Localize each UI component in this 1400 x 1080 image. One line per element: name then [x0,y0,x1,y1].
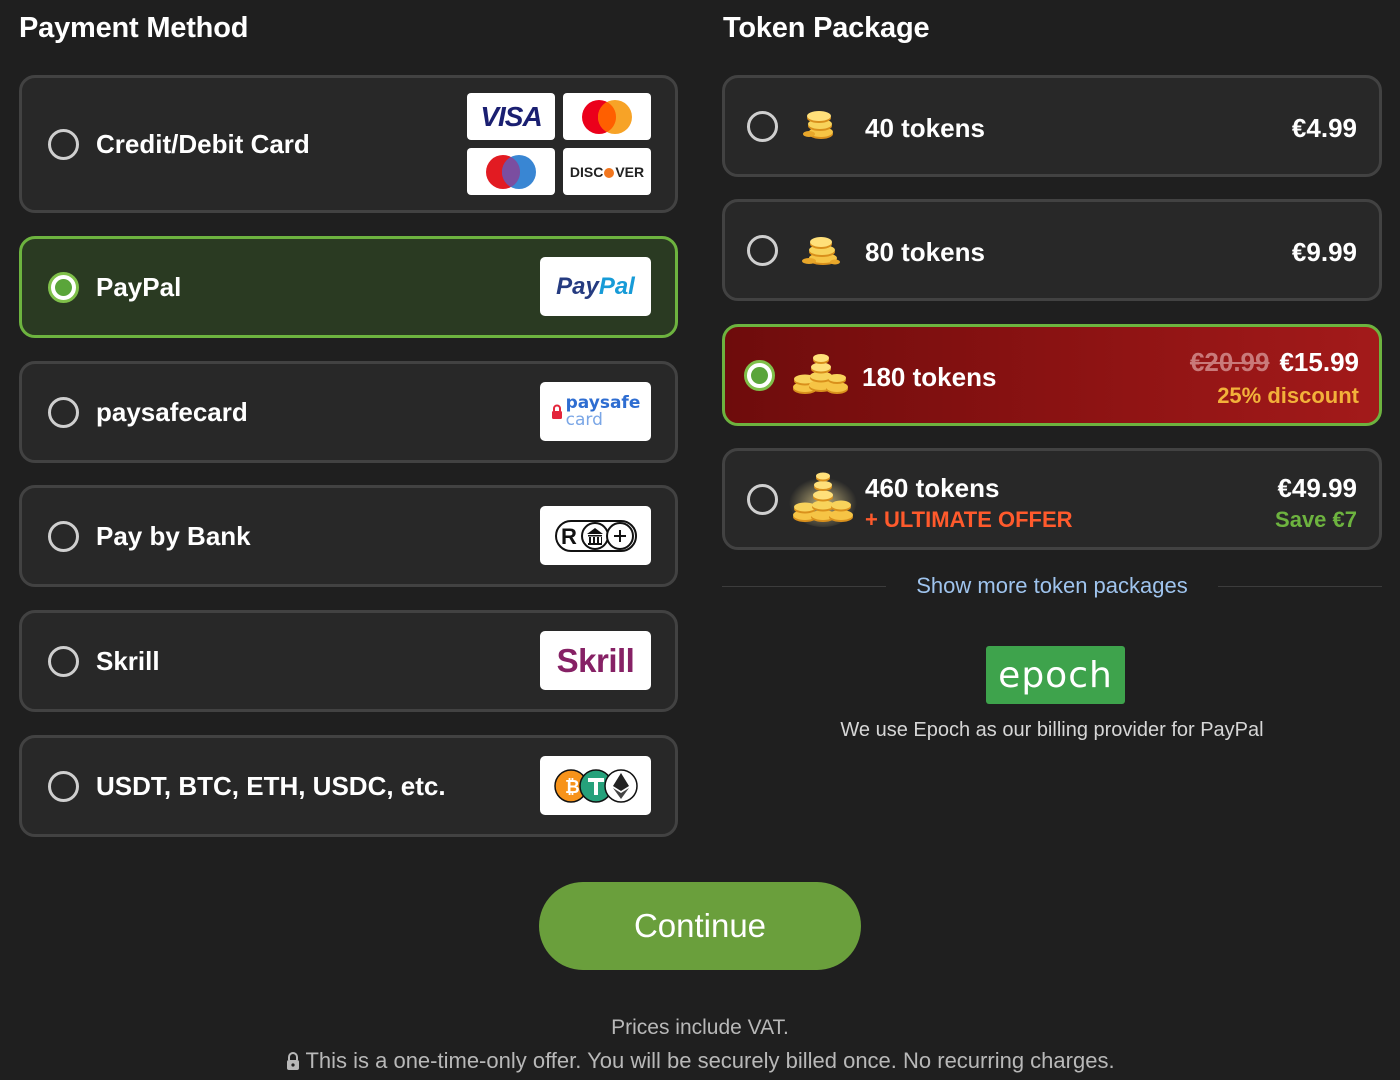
payment-option-skrill[interactable]: Skrill Skrill [19,610,678,712]
token-package-80[interactable]: 80 tokens €9.99 [722,199,1382,301]
token-package-180[interactable]: 180 tokens €20.99 €15.99 25% discount [722,324,1382,426]
paypal-logo: PayPal [540,257,651,316]
payment-option-label: USDT, BTC, ETH, USDC, etc. [96,770,446,801]
payment-option-card[interactable]: Credit/Debit Card VISA DISC VER [19,75,678,213]
token-package-460[interactable]: 460 tokens + ULTIMATE OFFER €49.99 Save … [722,448,1382,550]
token-price: €49.99 [1277,473,1357,503]
token-price: €4.99 [1291,113,1357,143]
crypto-logos: ₿ [540,756,651,815]
svg-text:R: R [561,524,577,549]
token-package-40[interactable]: 40 tokens €4.99 [722,75,1382,177]
discover-logo: DISC VER [563,148,651,195]
token-amount: 180 tokens [862,362,997,392]
show-more-packages-link[interactable]: Show more token packages [722,573,1382,599]
svg-text:₿: ₿ [565,777,580,798]
ultimate-offer-tag: + ULTIMATE OFFER [865,507,1073,532]
one-time-offer-text: This is a one-time-only offer. You will … [305,1048,1115,1073]
skrill-logo: Skrill [540,631,651,690]
radio-button[interactable] [48,129,79,160]
token-amount: 460 tokens [865,473,1000,503]
maestro-logo [467,148,555,195]
radio-button-selected[interactable] [48,272,79,303]
payment-option-label: Skrill [96,645,160,676]
mastercard-logo [563,93,651,140]
payment-option-crypto[interactable]: USDT, BTC, ETH, USDC, etc. ₿ [19,735,678,837]
vat-note: Prices include VAT. [611,1016,789,1039]
payment-option-label: Pay by Bank [96,520,251,551]
radio-button[interactable] [747,111,778,142]
lock-icon [287,1052,300,1070]
coins-icon [789,471,857,532]
payment-option-label: Credit/Debit Card [96,128,310,159]
coins-icon [791,353,849,402]
discounted-price: €15.99 [1279,347,1359,377]
radio-button[interactable] [48,646,79,677]
discount-badge: 25% discount [1217,383,1359,408]
pay-by-bank-logo: R [540,506,651,565]
token-price: €20.99 €15.99 [1190,347,1359,378]
savings-badge: Save €7 [1275,507,1357,532]
token-amount: 80 tokens [865,237,985,267]
coins-icon [801,233,841,272]
show-more-row: Show more token packages [722,572,1382,602]
token-package-title: Token Package [723,12,930,44]
payment-option-label: paysafecard [96,396,248,427]
card-brand-logos: VISA DISC VER [467,93,651,197]
payment-option-label: PayPal [96,271,182,302]
radio-button[interactable] [48,397,79,428]
radio-button-selected[interactable] [744,360,775,391]
radio-button[interactable] [48,521,79,552]
payment-option-pay-by-bank[interactable]: Pay by Bank R [19,485,678,587]
radio-button[interactable] [48,771,79,802]
radio-button[interactable] [747,484,778,515]
token-amount: 40 tokens [865,113,985,143]
token-price: €9.99 [1291,237,1357,267]
radio-button[interactable] [747,235,778,266]
billing-provider-note: We use Epoch as our billing provider for… [840,719,1264,741]
coins-icon [801,110,835,147]
visa-logo: VISA [467,93,555,140]
payment-option-paysafecard[interactable]: paysafecard paysafe card [19,361,678,463]
payment-method-title: Payment Method [19,12,249,44]
lock-icon [551,404,562,419]
original-price: €20.99 [1189,347,1270,377]
paysafecard-logo: paysafe card [540,382,651,441]
epoch-logo: epoch [986,646,1125,704]
payment-option-paypal[interactable]: PayPal PayPal [19,236,678,338]
one-time-offer-note: This is a one-time-only offer. You will … [0,1048,1400,1074]
continue-button[interactable]: Continue [539,882,861,970]
